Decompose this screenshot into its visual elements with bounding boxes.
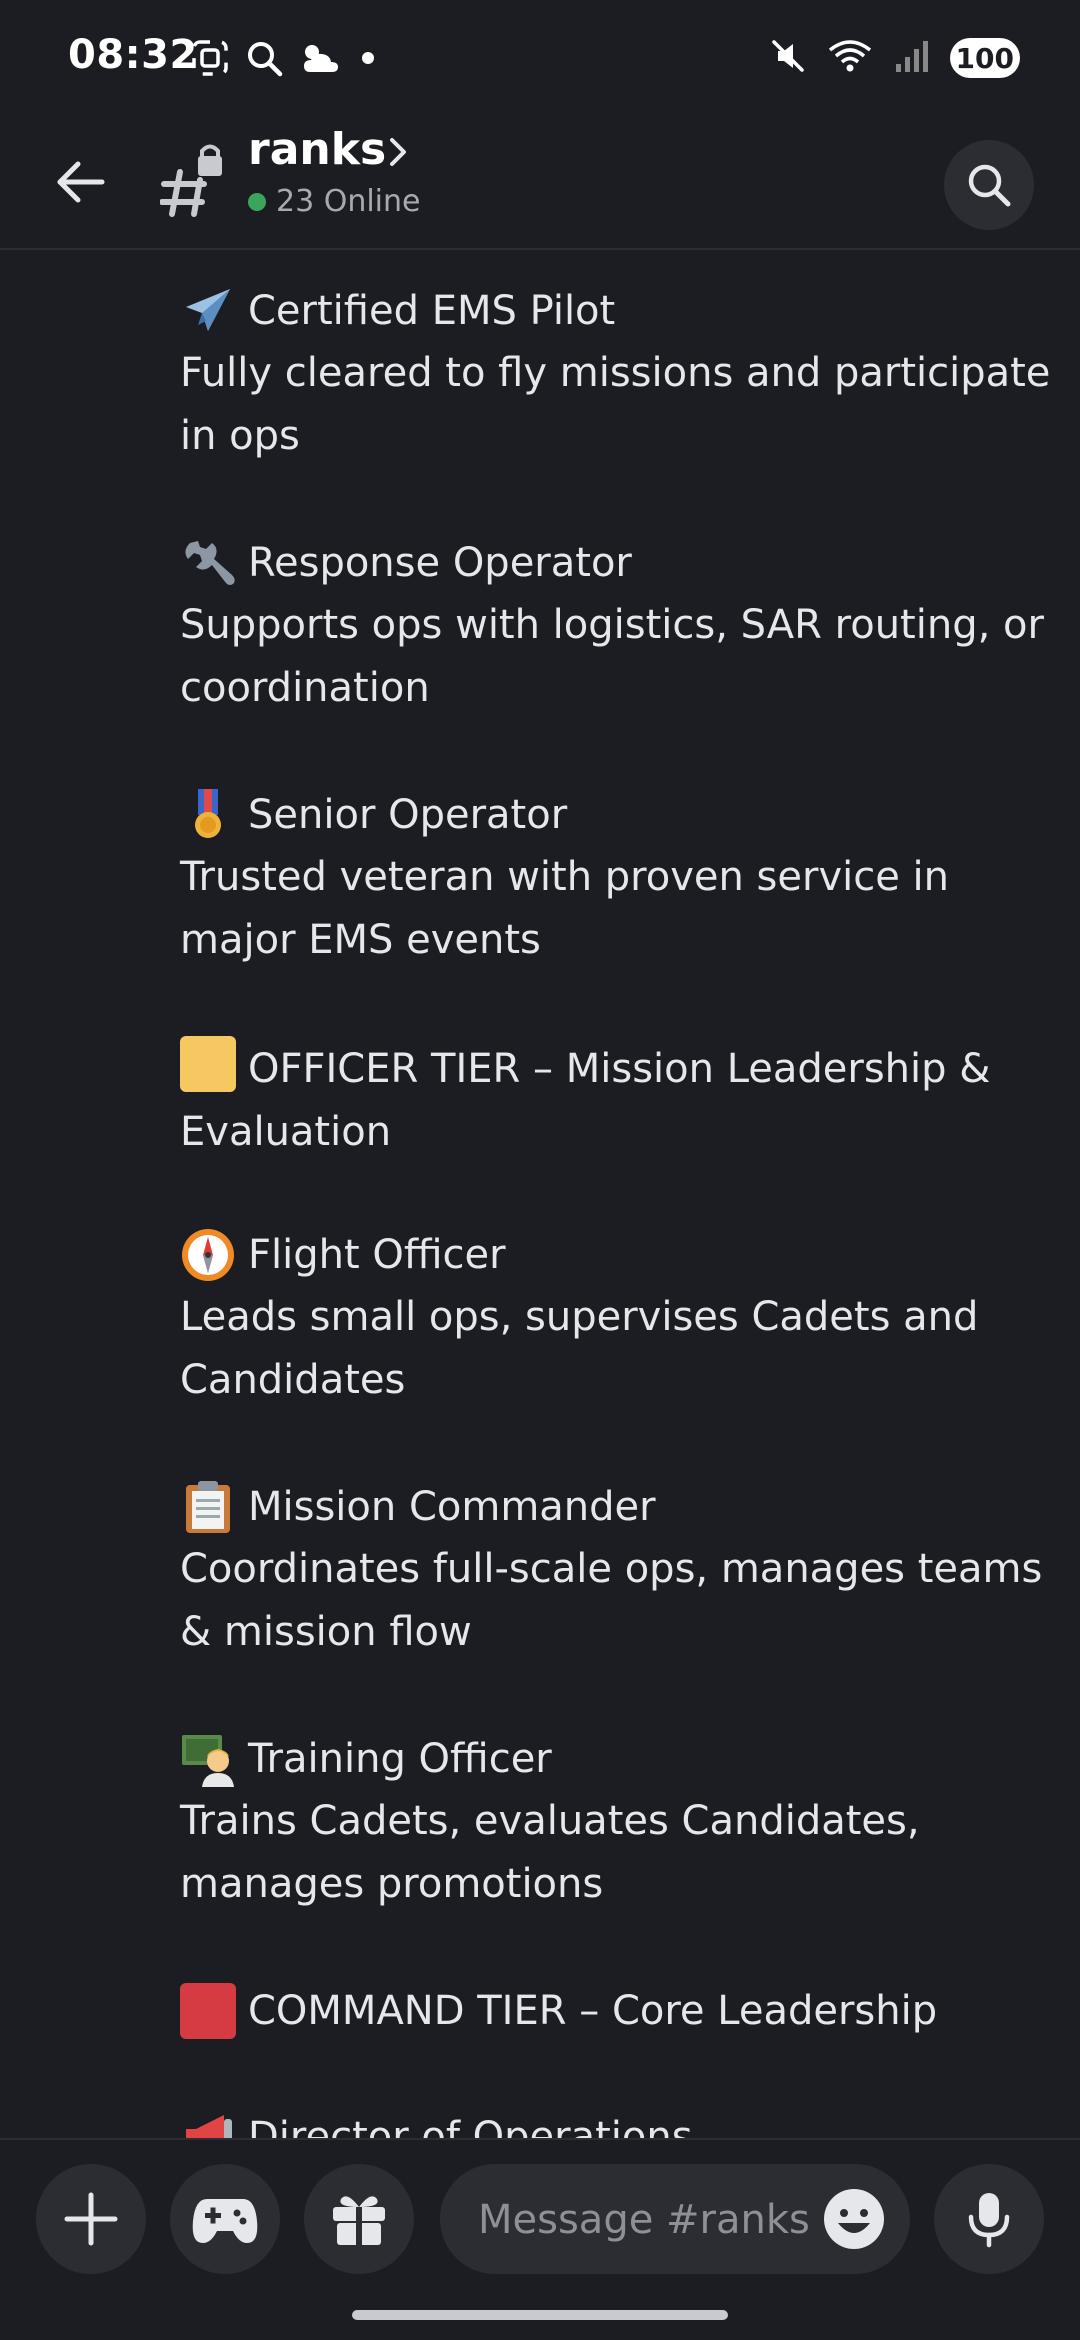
list-item: OFFICER TIER – Mission Leadership & Eval… — [180, 1036, 1060, 1164]
medal-icon — [180, 787, 236, 843]
rank-title: Certified EMS Pilot — [248, 288, 616, 334]
search-status-icon — [244, 38, 284, 82]
list-item: Response Operator Supports ops with logi… — [180, 532, 1060, 720]
clipboard-icon — [180, 1479, 236, 1535]
list-item: Certified EMS Pilot Fully cleared to fly… — [180, 280, 1060, 468]
tier-title: COMMAND TIER – Core Leadership — [248, 1988, 938, 2034]
status-bar: 08:32 100 — [0, 0, 1080, 120]
channel-header: ranks 23 Online — [0, 120, 1080, 250]
rank-title: Training Officer — [248, 1736, 552, 1782]
add-attachment-button[interactable] — [36, 2164, 146, 2274]
weather-icon — [298, 38, 342, 82]
list-item: Director of Operations — [180, 2106, 1060, 2138]
chevron-right-icon — [386, 134, 410, 174]
notification-dot-icon — [356, 38, 380, 82]
back-button[interactable] — [40, 142, 120, 222]
screenshot-icon — [190, 38, 230, 82]
rank-description: Supports ops with logistics, SAR routing… — [180, 602, 1044, 711]
megaphone-icon — [180, 2109, 236, 2138]
discord-channel-screen: 08:32 100 ranks 23 Online Certified EMS … — [0, 0, 1080, 2340]
rank-description: Leads small ops, supervises Cadets and C… — [180, 1294, 979, 1403]
search-button[interactable] — [944, 140, 1034, 230]
status-icons-left — [190, 38, 380, 82]
online-status: 23 Online — [248, 184, 420, 219]
channel-title: ranks — [248, 124, 387, 175]
compass-icon — [180, 1227, 236, 1283]
emoji-button[interactable] — [822, 2187, 886, 2251]
gift-button[interactable] — [304, 2164, 414, 2274]
online-count: 23 Online — [276, 184, 421, 219]
list-item: Mission Commander Coordinates full-scale… — [180, 1476, 1060, 1664]
smiley-icon — [824, 2189, 884, 2249]
message-list[interactable]: Certified EMS Pilot Fully cleared to fly… — [0, 250, 1080, 2138]
wifi-icon — [826, 36, 874, 80]
online-dot-icon — [248, 192, 266, 211]
tier-title: OFFICER TIER – Mission Leadership & Eval… — [180, 1046, 991, 1155]
home-indicator[interactable] — [352, 2310, 728, 2320]
airplane-icon — [180, 283, 236, 339]
rank-title: Flight Officer — [248, 1232, 506, 1278]
locked-channel-hash-icon — [159, 140, 230, 220]
status-time: 08:32 — [68, 32, 198, 78]
arrow-left-icon — [57, 161, 105, 203]
battery-indicator: 100 — [949, 38, 1020, 78]
activities-button[interactable] — [170, 2164, 280, 2274]
rank-description: Trusted veteran with proven service in m… — [180, 854, 950, 963]
red-square-icon — [180, 1983, 236, 2039]
list-item: COMMAND TIER – Core Leadership — [180, 1980, 1060, 2042]
rank-description: Trains Cadets, evaluates Candidates, man… — [180, 1798, 920, 1907]
rank-title: Director of Operations — [248, 2114, 693, 2138]
rank-title: Response Operator — [248, 540, 632, 586]
voice-message-button[interactable] — [934, 2164, 1044, 2274]
gift-icon — [333, 2196, 385, 2245]
list-item: Training Officer Trains Cadets, evaluate… — [180, 1728, 1060, 1916]
wrench-icon — [180, 535, 236, 591]
plus-icon — [64, 2192, 118, 2246]
search-icon — [968, 164, 1011, 207]
teacher-icon — [180, 1731, 236, 1787]
gamepad-icon — [192, 2199, 258, 2243]
microphone-icon — [968, 2193, 1010, 2248]
rank-title: Senior Operator — [248, 792, 568, 838]
message-composer — [440, 2164, 910, 2276]
composer-bar — [0, 2138, 1080, 2340]
rank-description: Fully cleared to fly missions and partic… — [180, 350, 1051, 459]
message-input[interactable] — [476, 2164, 810, 2276]
rank-description: Coordinates full-scale ops, manages team… — [180, 1546, 1043, 1655]
rank-title: Mission Commander — [248, 1484, 656, 1530]
status-icons-right: 100 — [768, 36, 1020, 80]
yellow-square-icon — [180, 1036, 236, 1092]
list-item: Flight Officer Leads small ops, supervis… — [180, 1224, 1060, 1412]
list-item: Senior Operator Trusted veteran with pro… — [180, 784, 1060, 972]
mute-icon — [768, 36, 808, 80]
signal-icon — [892, 36, 932, 80]
